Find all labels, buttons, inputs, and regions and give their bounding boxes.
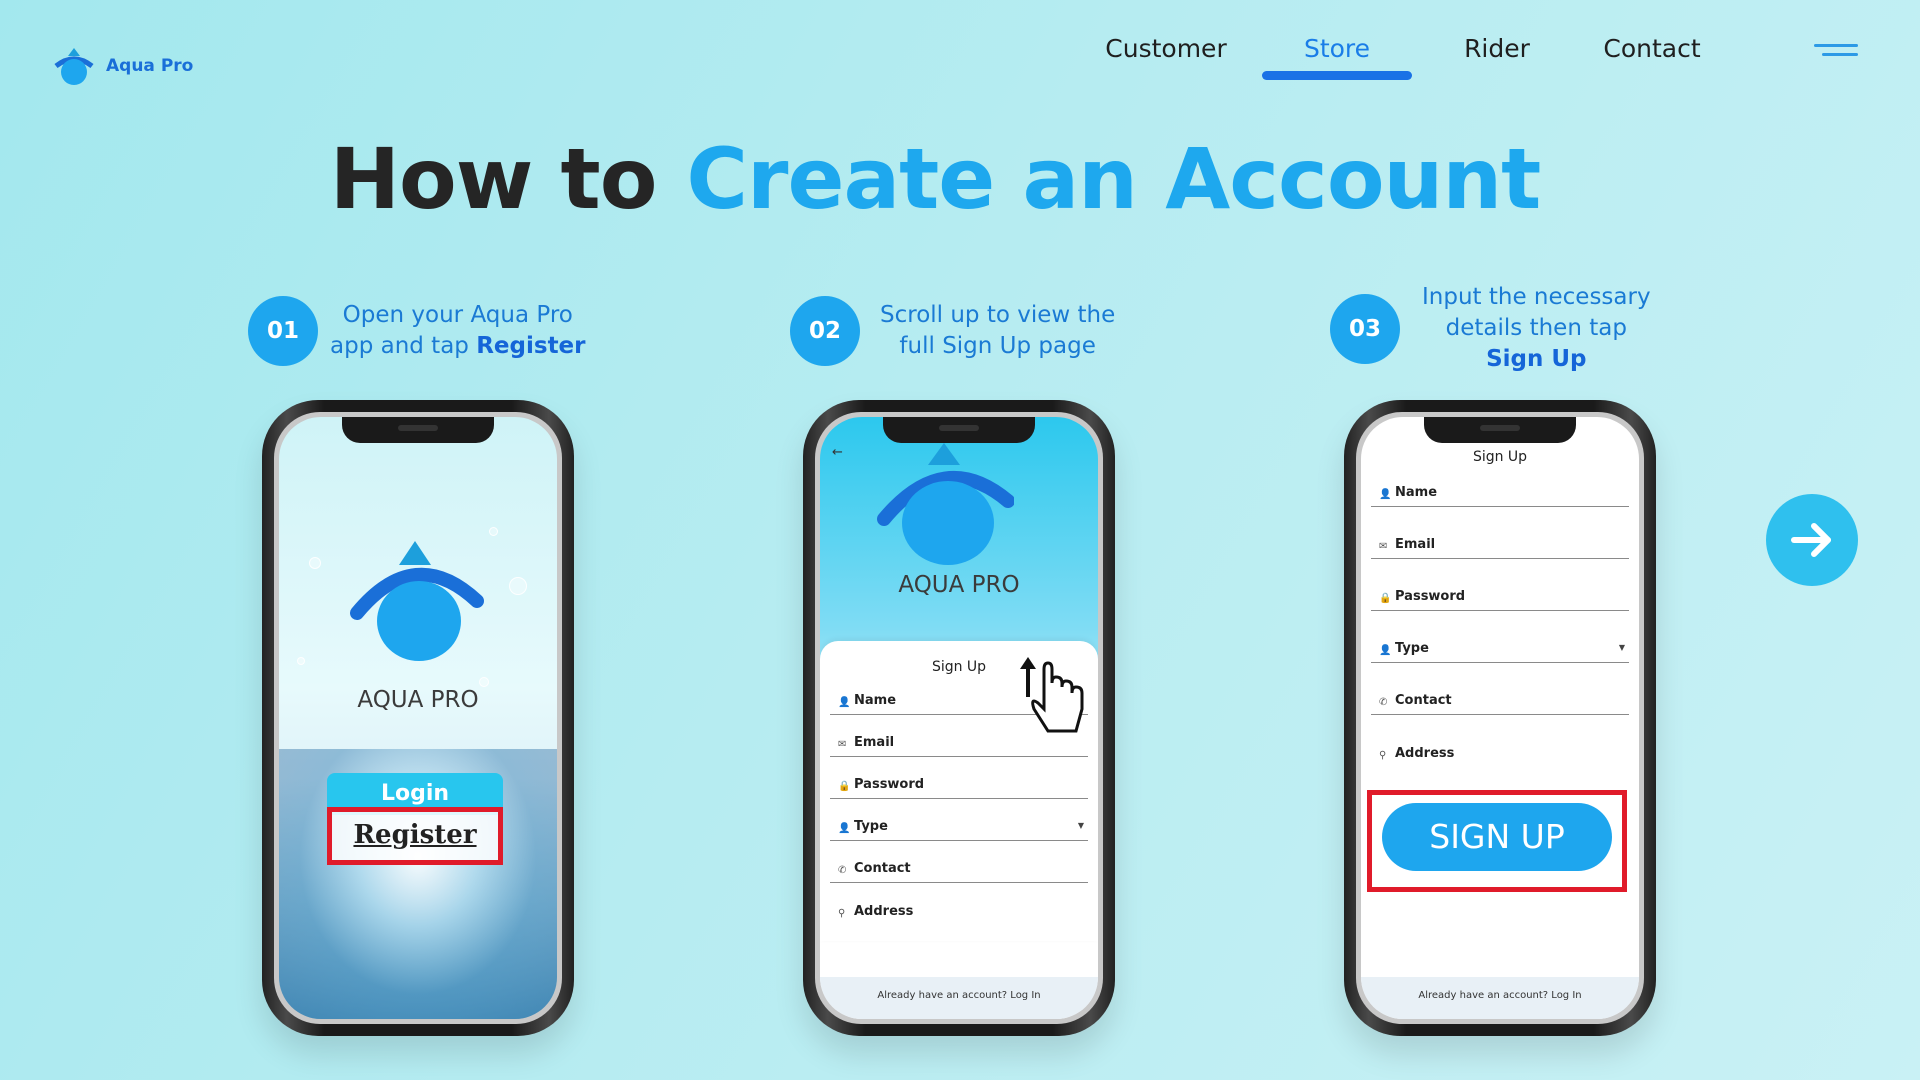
field-label: Email [854,735,895,750]
field-label: Address [1395,746,1455,761]
back-arrow-icon[interactable]: ← [832,445,843,460]
phone-icon: ✆ [1379,697,1388,708]
menu-line-icon [1822,53,1858,56]
step-line: full Sign Up page [899,333,1096,359]
phone-mockup-1: AQUA PRO Login Register [262,400,574,1036]
water-drop-icon [54,48,94,85]
step-description: Scroll up to view the full Sign Up page [880,300,1115,362]
scroll-up-hand-icon [1020,657,1084,733]
page-title: How to Create an Account [0,130,1870,228]
register-button[interactable]: Register [327,807,503,865]
signup-button[interactable]: SIGN UP [1382,803,1612,871]
field-label: Address [854,904,914,919]
phone-screen-signup-form: Sign Up 👤 Name ✉ Email 🔒 Password 👤 Type ▼ ✆ C… [1361,417,1639,1019]
password-field[interactable]: 🔒 Password [1371,569,1629,611]
aqua-pro-logo-icon [877,443,1014,565]
chevron-down-icon: ▼ [1618,643,1625,652]
person-icon: 👤 [1379,489,1392,500]
nav-customer[interactable]: Customer [1090,30,1242,63]
step-3: 03 Input the necessary details then tap … [1330,282,1651,375]
chevron-down-icon: ▼ [1077,821,1084,830]
phone-icon: ✆ [838,865,847,876]
field-label: Name [854,693,897,708]
step-line: Input the necessary [1422,284,1651,310]
phone-mockup-3: Sign Up 👤 Name ✉ Email 🔒 Password 👤 Type ▼ ✆ C… [1344,400,1656,1036]
phone-screen-signup-scroll: ← AQUA PRO Sign Up 👤 Name ✉ Email 🔒 Passwor… [820,417,1098,1019]
aqua-pro-logo-icon [350,541,484,661]
step-bold-text: Sign Up [1486,346,1587,372]
bubble [509,577,527,595]
nav-active-underline [1262,71,1412,80]
type-select[interactable]: 👤 Type ▼ [830,799,1088,841]
field-label: Name [1395,485,1438,500]
login-link[interactable]: Already have an account? Log In [820,977,1098,1019]
step-line: Open your Aqua Pro [342,302,573,328]
nav-store-wrap: Store [1262,30,1412,80]
nav-contact[interactable]: Contact [1582,30,1722,63]
phone-notch [883,417,1035,443]
next-slide-button[interactable] [1766,494,1858,586]
field-label: Type [854,819,888,834]
contact-field[interactable]: ✆ Contact [830,841,1088,883]
name-field[interactable]: 👤 Name [1371,465,1629,507]
brand-name: Aqua Pro [106,56,194,76]
form-title: Sign Up [1472,449,1528,465]
arrow-right-icon [1791,523,1831,557]
password-field[interactable]: 🔒 Password [830,757,1088,799]
lock-icon: 🔒 [1379,593,1392,604]
nav-store[interactable]: Store [1262,30,1412,63]
phone-mockup-2: ← AQUA PRO Sign Up 👤 Name ✉ Email 🔒 Passwor… [803,400,1115,1036]
phone-screen-login: AQUA PRO Login Register [279,417,557,1019]
field-label: Contact [1395,693,1452,708]
mail-icon: ✉ [1379,541,1388,552]
field-label: Password [854,777,925,792]
bubble [479,677,489,687]
email-field[interactable]: ✉ Email [1371,517,1629,559]
step-number: 02 [790,296,860,366]
app-name: AQUA PRO [357,687,479,713]
bubble [297,657,305,665]
step-1: 01 Open your Aqua Pro app and tap Regist… [248,296,586,366]
field-label: Type [1395,641,1429,656]
phone-notch [1424,417,1576,443]
top-nav: Customer Store Rider Contact [1090,30,1722,80]
step-description: Open your Aqua Pro app and tap Register [330,300,586,362]
title-blue: Create an Account [686,130,1541,228]
nav-rider[interactable]: Rider [1442,30,1552,63]
step-line: app and tap Register [330,331,586,362]
step-line: Sign Up [1422,344,1651,375]
login-link[interactable]: Already have an account? Log In [1361,977,1639,1019]
step-text-span: app and tap [330,333,477,359]
step-line: details then tap [1445,315,1627,341]
step-number: 03 [1330,293,1400,364]
title-dark: How to [329,130,658,228]
step-bold-text: Register [476,333,586,359]
menu-line-icon [1814,44,1858,47]
lock-icon: 🔒 [838,781,851,792]
bubble [489,527,498,536]
signup-highlight: SIGN UP [1367,790,1627,892]
location-pin-icon: ⚲ [1379,750,1387,761]
step-line: Scroll up to view the [880,302,1116,328]
type-select[interactable]: 👤 Type ▼ [1371,621,1629,663]
mail-icon: ✉ [838,739,847,750]
location-pin-icon: ⚲ [838,908,846,919]
field-label: Contact [854,861,911,876]
step-number: 01 [248,296,318,366]
contact-field[interactable]: ✆ Contact [1371,673,1629,715]
address-field[interactable]: ⚲ Address [1371,725,1629,767]
address-field[interactable]: ⚲ Address [830,883,1088,925]
phone-notch [342,417,494,443]
field-label: Password [1395,589,1466,604]
person-icon: 👤 [838,823,851,834]
brand-logo[interactable]: Aqua Pro [52,44,193,88]
bubble [309,557,321,569]
field-label: Email [1395,537,1436,552]
app-name: AQUA PRO [898,572,1020,598]
person-icon: 👤 [1379,645,1392,656]
step-2: 02 Scroll up to view the full Sign Up pa… [790,296,1115,366]
step-description: Input the necessary details then tap Sig… [1422,282,1651,375]
person-icon: 👤 [838,697,851,708]
hamburger-menu-button[interactable] [1814,44,1858,62]
